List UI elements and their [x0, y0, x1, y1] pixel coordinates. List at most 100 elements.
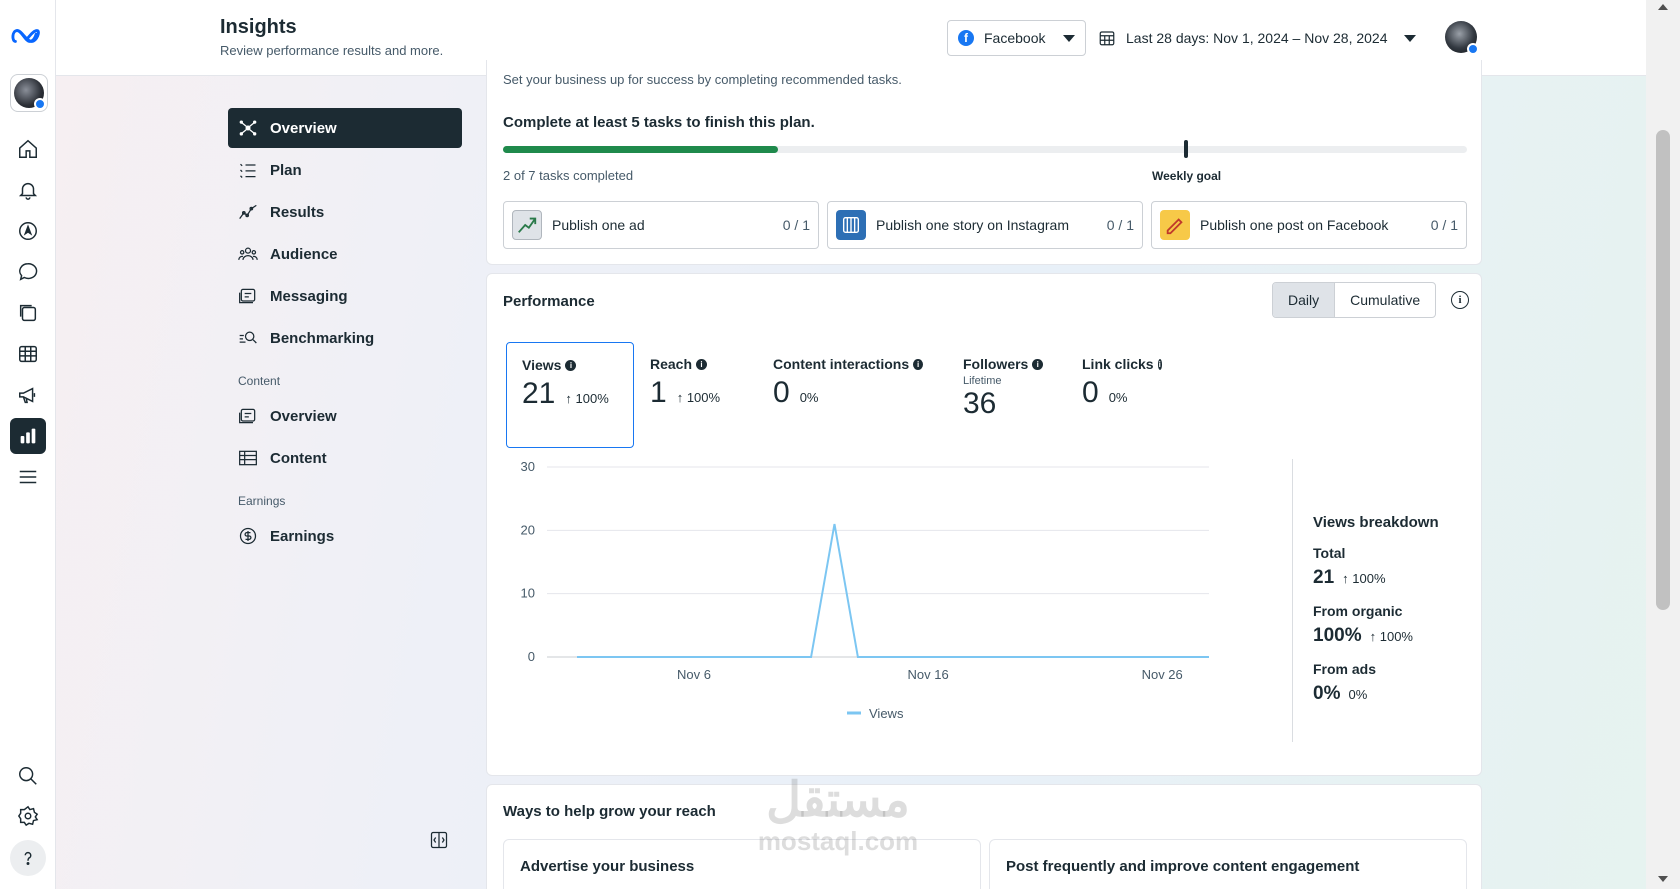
compass-icon[interactable]	[10, 213, 46, 249]
chat-bubble-icon[interactable]	[10, 254, 46, 290]
nav-item-label: Earnings	[270, 527, 335, 545]
metric-value: 21	[522, 377, 556, 410]
task-count: 0 / 1	[1106, 217, 1134, 233]
toggle-cumulative[interactable]: Cumulative	[1335, 283, 1435, 317]
caret-down-icon	[1403, 34, 1416, 42]
legend-label: Views	[869, 706, 904, 721]
metric-value: 0	[1082, 376, 1099, 409]
story-thumb-icon	[836, 210, 866, 240]
metric-value: 0	[773, 376, 790, 409]
task-count: 0 / 1	[1430, 217, 1458, 233]
metric-reach[interactable]: Reachi 1 100%	[635, 342, 755, 448]
breakdown-ads-change: 0%	[1348, 687, 1368, 702]
plan-card: Set your business up for success by comp…	[486, 60, 1482, 265]
nav-item-label: Content	[270, 449, 327, 467]
scroll-up-arrow-icon[interactable]	[1658, 4, 1668, 10]
breakdown-organic-change: 100%	[1370, 629, 1413, 644]
task-publish-story[interactable]: Publish one story on Instagram 0 / 1	[827, 201, 1143, 249]
breakdown-title: Views breakdown	[1313, 514, 1439, 531]
insights-bar-chart-icon[interactable]	[10, 418, 46, 454]
metric-views[interactable]: Viewsi 21 100%	[506, 342, 634, 448]
tasks-completed-text: 2 of 7 tasks completed	[503, 168, 634, 183]
menu-hamburger-icon[interactable]	[10, 459, 46, 495]
nav-item-benchmarking[interactable]: Benchmarking	[228, 318, 462, 358]
nav-item-content[interactable]: Content	[228, 438, 462, 478]
platform-dropdown[interactable]: f Facebook	[947, 20, 1086, 56]
post-frequently-card[interactable]: Post frequently and improve content enga…	[989, 839, 1467, 889]
metric-label: Followers	[963, 356, 1029, 372]
nav-section-content: Content	[238, 374, 281, 388]
nav-item-audience[interactable]: Audience	[228, 234, 462, 274]
task-label: Publish one ad	[552, 217, 645, 233]
home-icon[interactable]	[10, 131, 46, 167]
content-library-icon[interactable]	[10, 295, 46, 331]
scrollbar-thumb[interactable]	[1656, 130, 1670, 610]
collapse-sidebar-icon[interactable]	[429, 830, 449, 850]
task-publish-post[interactable]: Publish one post on Facebook 0 / 1	[1151, 201, 1467, 249]
megaphone-icon[interactable]	[10, 377, 46, 413]
breakdown-organic-value: 100%	[1313, 625, 1362, 646]
nav-item-label: Messaging	[270, 287, 348, 305]
date-range-picker[interactable]: Last 28 days: Nov 1, 2024 – Nov 28, 2024	[1098, 20, 1416, 56]
info-icon[interactable]: i	[1157, 358, 1162, 370]
date-range-label: Last 28 days: Nov 1, 2024 – Nov 28, 2024	[1126, 30, 1388, 46]
y-tick-label: 0	[528, 649, 535, 664]
x-tick-label: Nov 26	[1142, 667, 1183, 682]
settings-gear-icon[interactable]	[10, 798, 46, 834]
insights-nav: Overview Plan Results Audience Messaging…	[228, 108, 462, 558]
x-tick-label: Nov 6	[677, 667, 711, 682]
info-icon[interactable]: i	[913, 358, 923, 370]
y-tick-label: 20	[521, 522, 535, 537]
views-line-chart: 0 10 20 30 Nov 6 Nov 16 Nov 26 Views	[521, 459, 1210, 721]
task-publish-ad[interactable]: Publish one ad 0 / 1	[503, 201, 819, 249]
nav-item-plan[interactable]: Plan	[228, 150, 462, 190]
checklist-icon	[240, 163, 256, 178]
info-icon[interactable]: i	[1451, 291, 1469, 309]
metric-link-clicks[interactable]: Link clicks i 0 0%	[1067, 342, 1177, 448]
nav-item-overview[interactable]: Overview	[228, 108, 462, 148]
page-scrollbar[interactable]	[1646, 0, 1680, 889]
info-icon[interactable]: i	[565, 359, 577, 371]
series-line-views	[577, 523, 1209, 658]
info-icon[interactable]: i	[1032, 358, 1043, 370]
page-switcher[interactable]	[10, 74, 48, 112]
planner-grid-icon[interactable]	[10, 336, 46, 372]
nav-item-label: Plan	[270, 161, 302, 179]
info-icon[interactable]: i	[696, 358, 708, 370]
notifications-bell-icon[interactable]	[10, 172, 46, 208]
y-tick-label: 10	[521, 586, 535, 601]
facebook-badge-icon	[1467, 43, 1479, 55]
metric-content-interactions[interactable]: Content interactions i 0 0%	[758, 342, 938, 448]
y-tick-label: 30	[521, 459, 535, 474]
user-avatar[interactable]	[1445, 21, 1479, 55]
page-avatar	[14, 78, 46, 110]
performance-title: Performance	[503, 293, 595, 310]
toggle-daily[interactable]: Daily	[1273, 283, 1336, 317]
metric-label: Link clicks	[1082, 356, 1154, 372]
content-overview-icon	[239, 408, 256, 424]
plan-title: Complete at least 5 tasks to finish this…	[503, 114, 815, 131]
meta-logo-icon[interactable]	[10, 22, 46, 50]
nav-item-messaging[interactable]: Messaging	[228, 276, 462, 316]
left-rail	[0, 0, 56, 889]
breakdown-ads-value: 0%	[1313, 683, 1341, 704]
scroll-down-arrow-icon[interactable]	[1658, 876, 1668, 882]
nav-item-content-overview[interactable]: Overview	[228, 396, 462, 436]
nav-item-label: Overview	[270, 119, 337, 137]
plan-progress-fill	[503, 146, 779, 153]
breakdown-total-change: 100%	[1342, 571, 1385, 586]
search-icon[interactable]	[10, 758, 46, 794]
metric-followers[interactable]: Followers i Lifetime 36	[948, 342, 1058, 448]
nav-item-earnings[interactable]: Earnings	[228, 516, 462, 556]
metric-label: Content interactions	[773, 356, 910, 372]
advertise-card[interactable]: Advertise your business	[503, 839, 981, 889]
nav-item-results[interactable]: Results	[228, 192, 462, 232]
plan-intro-text: Set your business up for success by comp…	[503, 72, 902, 87]
metric-change: 0%	[1108, 390, 1128, 405]
platform-label: Facebook	[984, 30, 1046, 46]
help-question-icon[interactable]	[10, 840, 46, 876]
table-grid-icon	[239, 450, 257, 466]
page-subtitle: Review performance results and more.	[220, 43, 444, 58]
metric-change: 100%	[677, 390, 720, 405]
nav-item-label: Overview	[270, 407, 337, 425]
